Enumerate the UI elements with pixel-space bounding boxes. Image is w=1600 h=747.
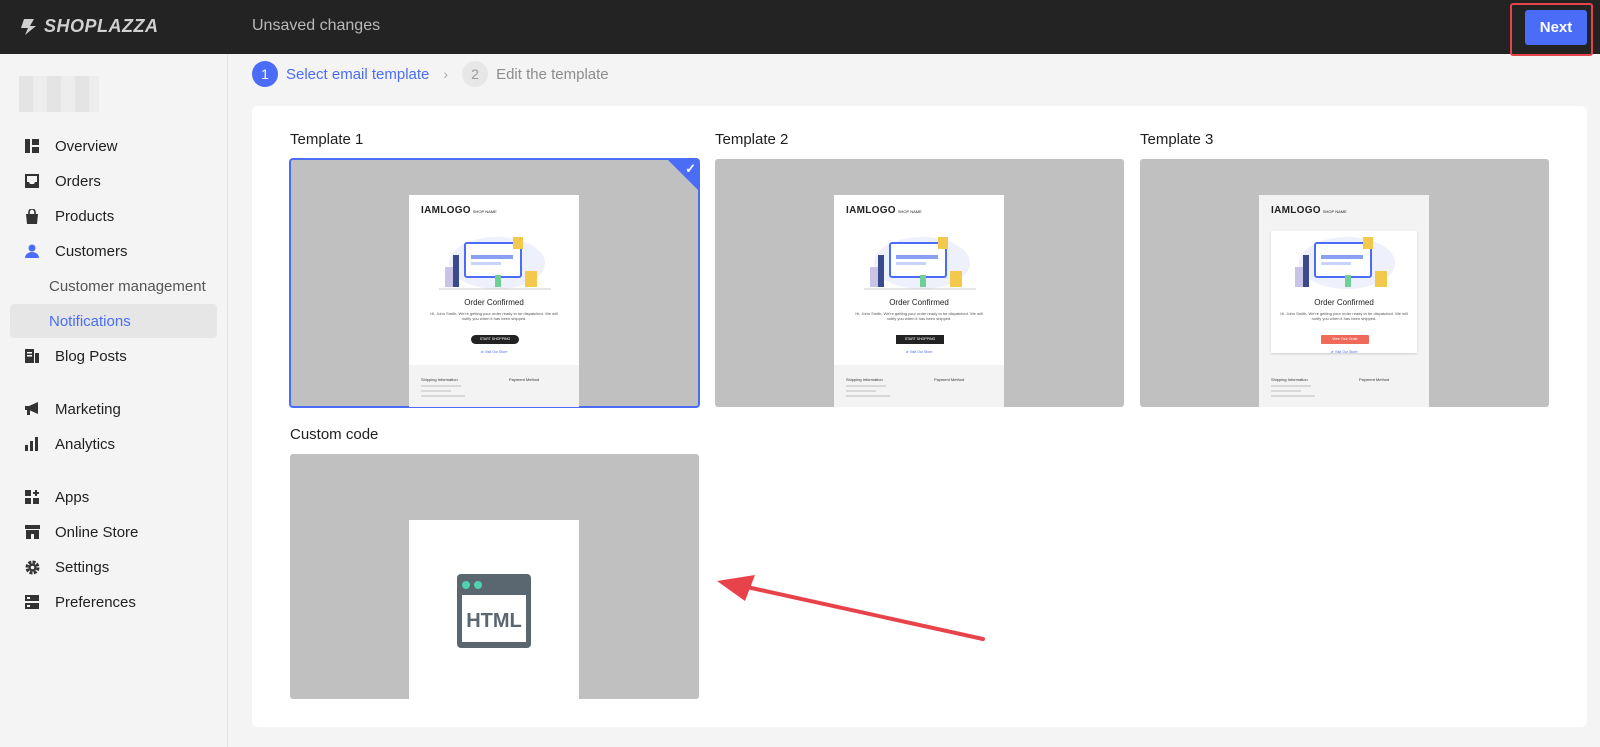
sidebar-item-label: Online Store	[55, 523, 139, 541]
preview-footer: Shipping Information Payment Method	[1259, 365, 1429, 407]
sidebar-subitem-customer-management[interactable]: Customer management	[10, 269, 217, 303]
custom-code-card[interactable]: HTML	[290, 454, 699, 699]
shoplazza-logo-icon	[21, 18, 36, 35]
sidebar-item-apps[interactable]: Apps	[10, 480, 217, 514]
step-2-number: 2	[462, 61, 489, 87]
sidebar-item-settings[interactable]: Settings	[10, 550, 217, 584]
sidebar: Overview Orders Products Customers Custo…	[0, 54, 228, 747]
order-illustration	[864, 237, 976, 290]
preview-logo: IAMLOGO SHOP NAME	[1271, 205, 1347, 216]
sidebar-item-label: Overview	[55, 137, 118, 155]
sidebar-item-analytics[interactable]: Analytics	[10, 427, 217, 461]
annotation-arrow	[717, 575, 985, 641]
preview-logo: IAMLOGO SHOP NAME	[421, 205, 497, 216]
inbox-icon	[24, 173, 40, 189]
sidebar-item-label: Marketing	[55, 400, 121, 418]
sidebar-item-label: Preferences	[55, 593, 136, 611]
preview-link: or Visit Our Store	[480, 350, 508, 354]
step-1-number: 1	[252, 61, 278, 87]
sidebar-item-overview[interactable]: Overview	[10, 129, 217, 163]
shoplazza-logo[interactable]: SHOPLAZZA	[18, 16, 159, 37]
email-preview: IAMLOGO SHOP NAME Order Confirmed Hi, Joh…	[409, 195, 579, 407]
template-2-card[interactable]: IAMLOGO SHOP NAME Order Confirmed Hi, Joh…	[715, 159, 1124, 407]
brand-name: SHOPLAZZA	[44, 16, 159, 36]
order-illustration	[439, 237, 551, 290]
step-indicator: 1 Select email template › 2 Edit the tem…	[252, 60, 609, 88]
step-1-label[interactable]: Select email template	[286, 66, 429, 83]
preview-footer: Shipping Information Payment Method	[834, 365, 1004, 407]
preview-body: Hi, John Smith, We're getting your order…	[1280, 311, 1408, 321]
gear-icon	[24, 559, 40, 575]
preview-title: Order Confirmed	[889, 298, 949, 307]
preview-footer: Shipping Information Payment Method	[409, 365, 579, 407]
template-3-label: Template 3	[1140, 131, 1214, 148]
custom-code-label: Custom code	[290, 426, 379, 443]
preview-title: Order Confirmed	[1314, 298, 1374, 307]
preview-body: Hi, John Smith, We're getting your order…	[855, 311, 983, 321]
preview-cta: START SHOPPING	[896, 335, 944, 344]
preview-body: Hi, John Smith, We're getting your order…	[430, 311, 558, 321]
megaphone-icon	[24, 401, 40, 417]
sidebar-item-label: Orders	[55, 172, 101, 190]
sidebar-item-products[interactable]: Products	[10, 199, 217, 233]
template-1-label: Template 1	[290, 131, 364, 148]
chevron-right-icon: ›	[443, 66, 449, 82]
next-button[interactable]: Next	[1525, 10, 1587, 45]
sidebar-item-label: Products	[55, 207, 115, 225]
sidebar-item-customers[interactable]: Customers	[10, 234, 217, 268]
store-icon	[24, 524, 40, 540]
custom-code-preview: HTML	[409, 520, 579, 699]
overview-icon	[24, 138, 40, 154]
sidebar-subitem-notifications[interactable]: Notifications	[10, 304, 217, 338]
preferences-icon	[24, 594, 40, 610]
template-1-card[interactable]: IAMLOGO SHOP NAME Order Confirmed Hi, Joh…	[289, 158, 700, 408]
checkmark-icon: ✓	[685, 161, 696, 176]
step-2-label[interactable]: Edit the template	[496, 66, 609, 83]
sidebar-item-online-store[interactable]: Online Store	[10, 515, 217, 549]
preview-logo: IAMLOGO SHOP NAME	[846, 205, 922, 216]
email-preview: IAMLOGO SHOP NAME Order Confirmed Hi, Joh…	[1259, 195, 1429, 407]
template-2-label: Template 2	[715, 131, 789, 148]
sidebar-item-label: Analytics	[55, 435, 116, 453]
sidebar-item-label: Apps	[55, 488, 90, 506]
order-illustration	[1295, 237, 1395, 289]
sidebar-item-label: Settings	[55, 558, 110, 576]
preview-cta: START SHOPPING	[471, 335, 519, 344]
sidebar-item-marketing[interactable]: Marketing	[10, 392, 217, 426]
preview-link: or Visit Our Store	[1330, 350, 1358, 354]
html-label: HTML	[466, 610, 522, 632]
html-file-icon: HTML	[457, 574, 531, 648]
top-bar: SHOPLAZZA Unsaved changes Next	[0, 0, 1600, 56]
sidebar-item-label: Customers	[55, 242, 128, 260]
apps-icon	[24, 489, 40, 505]
bag-icon	[24, 208, 40, 224]
bar-chart-icon	[24, 436, 40, 452]
unsaved-changes-text: Unsaved changes	[252, 17, 381, 34]
person-icon	[24, 243, 40, 259]
preview-cta: View Your Order	[1321, 335, 1369, 344]
preview-link: or Visit Our Store	[905, 350, 933, 354]
sidebar-item-blog-posts[interactable]: Blog Posts	[10, 339, 217, 373]
sidebar-item-preferences[interactable]: Preferences	[10, 585, 217, 619]
sidebar-item-label: Blog Posts	[55, 347, 127, 365]
store-avatar[interactable]	[19, 76, 99, 112]
blog-icon	[24, 348, 40, 364]
email-preview: IAMLOGO SHOP NAME Order Confirmed Hi, Joh…	[834, 195, 1004, 407]
preview-title: Order Confirmed	[464, 298, 524, 307]
template-3-card[interactable]: IAMLOGO SHOP NAME Order Confirmed Hi, Joh…	[1140, 159, 1549, 407]
sidebar-item-orders[interactable]: Orders	[10, 164, 217, 198]
